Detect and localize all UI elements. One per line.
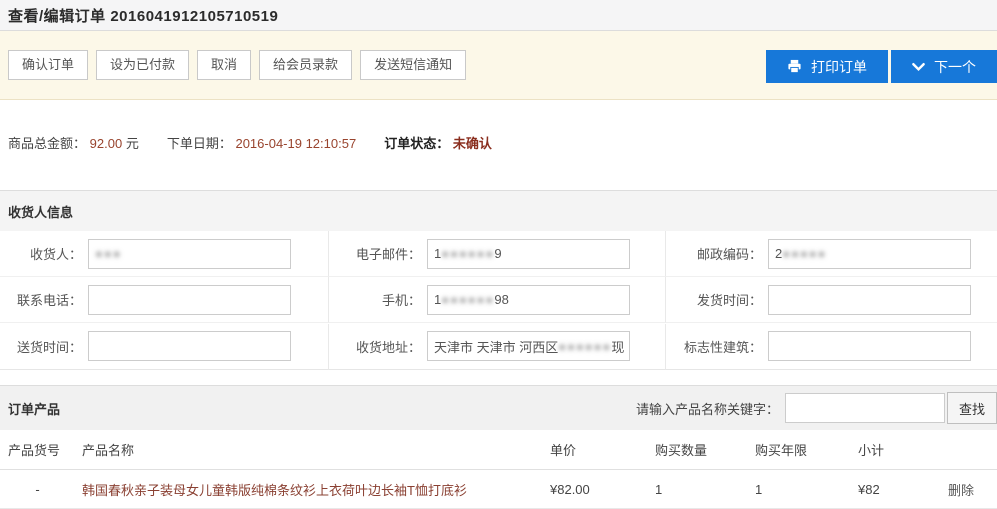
- order-date-value: 2016-04-19 12:10:57: [235, 136, 356, 151]
- shiptime-field: 发货时间：: [665, 277, 997, 323]
- email-field: 电子邮件： 1●●●●●●9: [328, 231, 665, 277]
- consignee-label: 收货人：: [4, 244, 82, 263]
- page-title: 查看/编辑订单 2016041912105710519: [8, 5, 278, 26]
- product-search: 请输入产品名称关键字： 查找: [636, 392, 997, 424]
- recipient-form: 收货人： ●●● 电子邮件： 1●●●●●●9 邮政编码： 2●●●●● 联系电…: [0, 231, 997, 370]
- zipcode-input[interactable]: 2●●●●●: [768, 239, 971, 269]
- col-header-years: 购买年限: [745, 440, 848, 459]
- products-table-header: 产品货号 产品名称 单价 购买数量 购买年限 小计: [0, 430, 997, 470]
- consignee-masked-value: ●●●: [95, 246, 122, 261]
- order-total-unit: 元: [126, 136, 139, 151]
- confirm-order-button[interactable]: 确认订单: [8, 50, 88, 80]
- address-field: 收货地址： 天津市 天津市 河西区●●●●●●现: [328, 324, 665, 370]
- landmark-label: 标志性建筑：: [670, 337, 762, 356]
- mobile-input[interactable]: 1●●●●●●98: [427, 285, 630, 315]
- col-header-subtotal: 小计: [848, 440, 940, 459]
- deliverytime-input[interactable]: [88, 331, 291, 361]
- product-qty: 1: [645, 482, 745, 497]
- address-value-end: 现: [611, 337, 624, 356]
- product-search-button[interactable]: 查找: [947, 392, 997, 424]
- address-label: 收货地址：: [333, 337, 421, 356]
- deliverytime-field: 送货时间：: [0, 324, 328, 370]
- order-status-badge: 未确认: [453, 136, 492, 151]
- col-header-qty: 购买数量: [645, 440, 745, 459]
- mobile-masked-value: ●●●●●●: [441, 292, 494, 307]
- mobile-field: 手机： 1●●●●●●98: [328, 277, 665, 323]
- product-search-input[interactable]: [785, 393, 945, 423]
- phone-field: 联系电话：: [0, 277, 328, 323]
- mobile-value-end: 98: [494, 292, 508, 307]
- set-paid-button[interactable]: 设为已付款: [96, 50, 189, 80]
- zipcode-label: 邮政编码：: [670, 244, 762, 263]
- print-order-button[interactable]: 打印订单: [766, 50, 888, 83]
- send-sms-button[interactable]: 发送短信通知: [360, 50, 466, 80]
- email-masked-value: ●●●●●●: [441, 246, 494, 261]
- recipient-section-title: 收货人信息: [8, 202, 73, 221]
- next-order-label: 下一个: [934, 57, 976, 77]
- order-date-label: 下单日期：: [167, 136, 232, 151]
- order-action-toolbar: 确认订单 设为已付款 取消 给会员录款 发送短信通知 打印订单 下一个: [0, 31, 997, 100]
- col-header-price: 单价: [540, 440, 645, 459]
- printer-icon: [787, 59, 802, 74]
- record-member-payment-button[interactable]: 给会员录款: [259, 50, 352, 80]
- cancel-order-button[interactable]: 取消: [197, 50, 251, 80]
- product-years: 1: [745, 482, 848, 497]
- product-price: ¥82.00: [540, 482, 645, 497]
- shiptime-input[interactable]: [768, 285, 971, 315]
- shiptime-label: 发货时间：: [670, 290, 762, 309]
- order-date: 下单日期： 2016-04-19 12:10:57: [167, 133, 356, 190]
- product-subtotal: ¥82: [848, 482, 940, 497]
- col-header-sku: 产品货号: [0, 440, 75, 459]
- address-masked-value: ●●●●●●: [558, 339, 611, 354]
- col-header-name: 产品名称: [75, 440, 540, 459]
- order-status-label: 订单状态：: [384, 136, 449, 151]
- order-total: 商品总金额： 92.00 元: [8, 133, 139, 190]
- product-search-label: 请输入产品名称关键字：: [636, 399, 779, 418]
- deliverytime-label: 送货时间：: [4, 337, 82, 356]
- email-input[interactable]: 1●●●●●●9: [427, 239, 630, 269]
- product-table-row: - 韩国春秋亲子装母女儿童韩版纯棉条纹衫上衣荷叶边长袖T恤打底衫 ¥82.00 …: [0, 470, 997, 509]
- order-total-label: 商品总金额：: [8, 136, 86, 151]
- phone-label: 联系电话：: [4, 290, 82, 309]
- email-label: 电子邮件：: [333, 244, 421, 263]
- delete-product-link[interactable]: 删除: [940, 480, 997, 499]
- section-spacer: [0, 370, 997, 385]
- address-value-start: 天津市 天津市 河西区: [434, 337, 558, 356]
- toolbar-right-buttons: 打印订单 下一个: [766, 50, 997, 83]
- landmark-input[interactable]: [768, 331, 971, 361]
- products-section-title: 订单产品: [8, 399, 60, 418]
- chevron-down-icon: [912, 62, 925, 72]
- print-order-label: 打印订单: [811, 57, 867, 77]
- order-status: 订单状态： 未确认: [384, 133, 492, 190]
- consignee-input[interactable]: ●●●: [88, 239, 291, 269]
- landmark-field: 标志性建筑：: [665, 324, 997, 370]
- recipient-section-header: 收货人信息: [0, 190, 997, 231]
- consignee-field: 收货人： ●●●: [0, 231, 328, 277]
- order-edit-page: 查看/编辑订单 2016041912105710519 确认订单 设为已付款 取…: [0, 0, 997, 509]
- phone-input[interactable]: [88, 285, 291, 315]
- products-section-header: 订单产品 请输入产品名称关键字： 查找: [0, 385, 997, 430]
- page-header: 查看/编辑订单 2016041912105710519: [0, 0, 997, 31]
- next-order-button[interactable]: 下一个: [891, 50, 997, 83]
- zipcode-masked-value: ●●●●●: [782, 246, 826, 261]
- product-name-link[interactable]: 韩国春秋亲子装母女儿童韩版纯棉条纹衫上衣荷叶边长袖T恤打底衫: [75, 480, 540, 499]
- order-summary: 商品总金额： 92.00 元 下单日期： 2016-04-19 12:10:57…: [0, 100, 997, 190]
- email-value-end: 9: [494, 246, 501, 261]
- mobile-label: 手机：: [333, 290, 421, 309]
- order-total-value: 92.00: [90, 136, 123, 151]
- zipcode-field: 邮政编码： 2●●●●●: [665, 231, 997, 277]
- product-sku: -: [0, 482, 75, 497]
- address-input[interactable]: 天津市 天津市 河西区●●●●●●现: [427, 331, 630, 361]
